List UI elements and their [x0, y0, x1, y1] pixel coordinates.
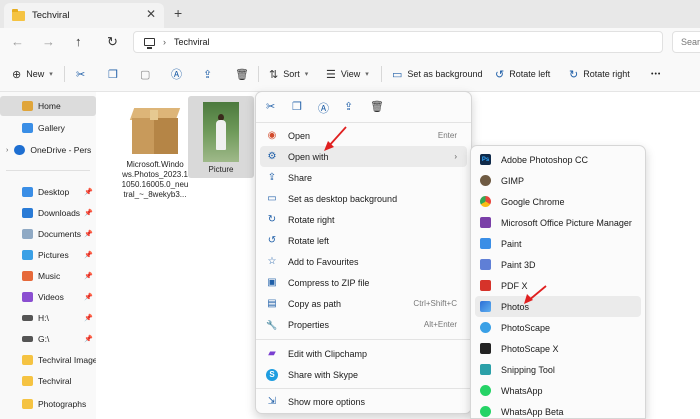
annotation-arrow-open-with: [324, 126, 347, 151]
annotation-arrows: [324, 126, 547, 304]
annotation-arrow-photos: [524, 285, 547, 304]
